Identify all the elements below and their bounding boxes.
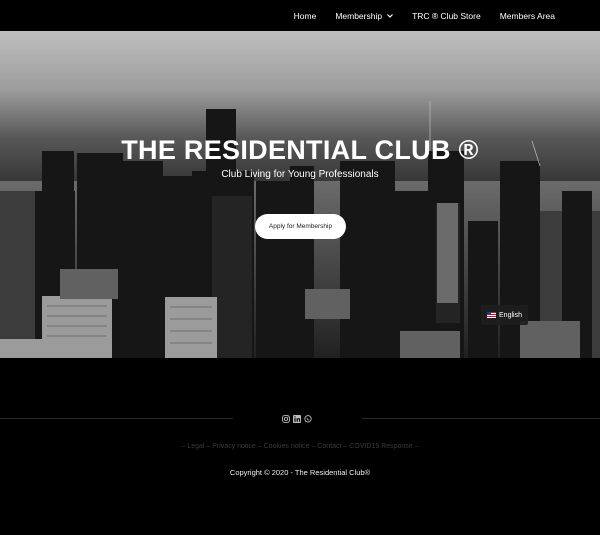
- nav-club-store-label: TRC ® Club Store: [412, 10, 481, 21]
- footer-links: – Legal – Privacy notice – Cookies notic…: [181, 443, 419, 450]
- us-flag-icon: [487, 312, 497, 318]
- nav-membership[interactable]: Membership: [335, 10, 394, 21]
- language-label: English: [499, 311, 522, 319]
- footer: – Legal – Privacy notice – Cookies notic…: [0, 358, 600, 535]
- footer-link-covid19-response[interactable]: COVID19 Response: [349, 443, 412, 450]
- footer-divider-left: [0, 418, 233, 419]
- hero-subtitle: Club Living for Young Professionals: [221, 169, 379, 180]
- hero-section: THE RESIDENTIAL CLUB ® Club Living for Y…: [0, 31, 600, 358]
- nav-membership-label: Membership: [335, 10, 383, 21]
- footer-link-cookies-notice[interactable]: Cookies notice: [264, 443, 310, 450]
- apply-for-membership-button[interactable]: Apply for Membership: [255, 214, 346, 239]
- footer-link-legal[interactable]: Legal: [187, 443, 204, 450]
- nav-club-store[interactable]: TRC ® Club Store: [412, 11, 481, 21]
- chevron-down-icon: [387, 13, 394, 20]
- top-navigation-bar: Home Membership TRC ® Club Store Members…: [0, 0, 600, 31]
- nav-home[interactable]: Home: [294, 11, 317, 21]
- nav-home-label: Home: [293, 10, 317, 21]
- footer-link-privacy-notice[interactable]: Privacy notice: [212, 443, 256, 450]
- main-nav: Home Membership TRC ® Club Store Members…: [275, 0, 555, 31]
- footer-divider-right: [362, 418, 600, 419]
- hero-title: THE RESIDENTIAL CLUB ®: [121, 135, 479, 165]
- nav-members-area-label: Members Area: [499, 10, 555, 21]
- footer-link-contact[interactable]: Contact: [317, 443, 341, 450]
- instagram-icon[interactable]: [282, 415, 290, 423]
- nav-members-area[interactable]: Members Area: [500, 11, 555, 21]
- linkedin-icon[interactable]: [293, 415, 301, 423]
- social-icons: [282, 415, 312, 423]
- copyright-text: Copyright © 2020 - The Residential Club®: [229, 468, 371, 477]
- whatsapp-icon[interactable]: [304, 415, 312, 423]
- language-switcher[interactable]: English: [481, 305, 528, 325]
